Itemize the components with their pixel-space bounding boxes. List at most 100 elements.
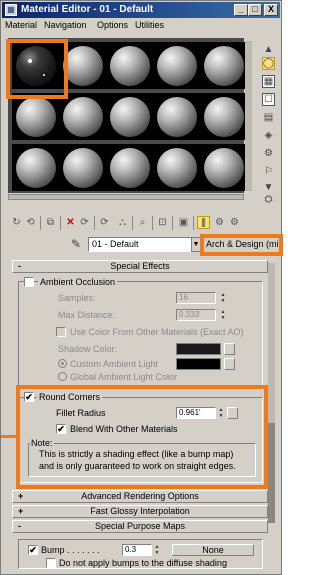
material-sphere — [110, 97, 150, 137]
rollout-scrollbar[interactable] — [268, 263, 275, 523]
slots-scrollbar[interactable] — [8, 194, 244, 200]
title-bar[interactable]: Material Editor - 01 - Default _ □ X — [2, 2, 280, 18]
custom-ambient-radio[interactable] — [58, 359, 67, 368]
sample-slot[interactable] — [200, 93, 247, 140]
sample-slot[interactable] — [106, 93, 153, 140]
sample-slot[interactable] — [200, 144, 247, 191]
backlight-icon[interactable]: ▦ — [262, 75, 275, 88]
sample-slot[interactable] — [153, 42, 200, 89]
sample-slot[interactable] — [153, 93, 200, 140]
callout-line — [1, 435, 16, 438]
assign-material-icon[interactable]: ⧉ — [44, 216, 57, 229]
sample-slot[interactable] — [12, 93, 59, 140]
ambient-light-swatch[interactable] — [176, 358, 221, 370]
toolbar-separator — [193, 216, 194, 230]
put-to-scene-icon[interactable]: ⟲ — [24, 216, 37, 229]
use-color-label: Use Color From Other Materials (Exact AO… — [70, 327, 244, 337]
material-sphere — [110, 148, 150, 188]
bump-checkbox[interactable]: ✔ — [28, 545, 38, 555]
material-toolbar: ↻ ⟲ ⧉ ✕ ⟳ ⟳ ⛬ ⌕ ⊡ ▣ ⫼ ⚙ ⚙ — [10, 215, 280, 233]
toolbar-separator — [94, 216, 95, 230]
go-to-parent-icon[interactable]: ▣ — [177, 216, 190, 229]
shadow-color-label: Shadow Color: — [58, 344, 118, 354]
sample-slot[interactable] — [59, 93, 106, 140]
get-material-icon[interactable]: ↻ — [10, 216, 23, 229]
bump-amount-spinner[interactable]: ▲ ▼ — [153, 544, 161, 556]
right-toolbar: ▲ ◯ ▦ ☐ ▤ ◈ ⚙ ⚐ ▼ ⛭ — [262, 43, 278, 206]
samples-spinner[interactable]: ▲ ▼ — [219, 292, 227, 304]
material-sphere — [16, 148, 56, 188]
bump-map-button[interactable]: None — [172, 544, 254, 556]
show-end-result-icon[interactable]: ⊡ — [156, 216, 169, 229]
max-distance-spinner[interactable]: ▲ ▼ — [219, 309, 227, 321]
max-distance-field[interactable]: 0.333' — [176, 309, 216, 321]
special-effects-header[interactable]: - Special Effects — [12, 260, 268, 273]
material-sphere — [63, 46, 103, 86]
options-gear-icon[interactable]: ⚙ — [228, 216, 241, 229]
video-color-check-icon[interactable]: ◈ — [262, 129, 275, 142]
sample-slot[interactable] — [106, 42, 153, 89]
no-bump-diffuse-label: Do not apply bumps to the diffuse shadin… — [59, 558, 227, 568]
no-bump-diffuse-checkbox[interactable] — [46, 558, 56, 568]
samples-label: Samples: — [58, 293, 96, 303]
menu-bar: Material Navigation Options Utilities — [2, 19, 280, 33]
custom-ambient-label: Custom Ambient Light — [70, 359, 159, 369]
menu-navigation[interactable]: Navigation — [44, 20, 87, 30]
round-corners-highlight — [16, 385, 268, 489]
make-unique-icon[interactable]: ⟳ — [78, 216, 91, 229]
toolbar-separator — [152, 216, 153, 230]
ambient-light-map-button[interactable] — [224, 358, 235, 370]
samples-field[interactable]: 16 — [176, 292, 216, 304]
material-type-highlight — [200, 234, 283, 256]
material-sphere — [110, 46, 150, 86]
fast-glossy-rollout[interactable]: + Fast Glossy Interpolation — [12, 505, 268, 518]
background-icon[interactable]: ☐ — [262, 93, 275, 106]
sample-type-icon[interactable]: ◯ — [262, 57, 275, 70]
use-color-checkbox[interactable] — [56, 327, 66, 337]
material-sphere — [204, 46, 244, 86]
sample-slot[interactable] — [59, 144, 106, 191]
slots-vertical-scrollbar[interactable] — [245, 41, 252, 191]
material-map-navigator-icon[interactable]: ⚙ — [213, 216, 226, 229]
menu-material[interactable]: Material — [5, 20, 37, 30]
selected-slot-highlight — [6, 39, 68, 99]
toolbar-separator — [40, 216, 41, 230]
sample-slot[interactable] — [106, 144, 153, 191]
material-sphere — [63, 148, 103, 188]
material-name-field[interactable]: 01 - Default — [88, 237, 192, 252]
eyedropper-icon[interactable]: ✎ — [71, 237, 81, 251]
sample-slot[interactable] — [200, 42, 247, 89]
material-id-channel-icon[interactable]: ⛬ — [116, 216, 129, 229]
menu-options[interactable]: Options — [97, 20, 128, 30]
scrollbar-thumb[interactable] — [268, 423, 275, 523]
minimize-button[interactable]: _ — [234, 4, 248, 16]
material-sphere — [157, 148, 197, 188]
ambient-occlusion-checkbox[interactable] — [24, 277, 34, 287]
menu-utilities[interactable]: Utilities — [135, 20, 164, 30]
select-by-material-icon[interactable]: ⛭ — [262, 193, 275, 206]
bump-label: Bump . . . . . . . — [41, 545, 100, 555]
maximize-button[interactable]: □ — [248, 4, 262, 16]
go-forward-to-sibling-icon[interactable]: ⫼ — [197, 216, 210, 229]
material-sphere — [16, 97, 56, 137]
window-title: Material Editor - 01 - Default — [21, 4, 154, 15]
sample-slot[interactable] — [153, 144, 200, 191]
show-map-in-viewport-icon[interactable]: ⌕ — [136, 216, 149, 229]
shadow-color-swatch[interactable] — [176, 343, 221, 355]
close-button[interactable]: X — [264, 4, 278, 16]
sample-uv-tiling-icon[interactable]: ▤ — [262, 111, 275, 124]
toolbar-separator — [132, 216, 133, 230]
global-ambient-radio[interactable] — [58, 372, 67, 381]
options-icon[interactable]: ⚐ — [262, 165, 275, 178]
shadow-color-map-button[interactable] — [224, 343, 235, 355]
special-purpose-maps-rollout[interactable]: - Special Purpose Maps — [12, 520, 268, 533]
sample-slot[interactable] — [12, 144, 59, 191]
app-icon[interactable] — [5, 4, 17, 16]
bump-amount-field[interactable]: 0.3 — [122, 544, 152, 556]
reset-map-icon[interactable]: ✕ — [64, 216, 77, 229]
put-to-library-icon[interactable]: ⟳ — [98, 216, 111, 229]
max-distance-label: Max Distance: — [58, 310, 116, 320]
make-preview-icon[interactable]: ⚙ — [262, 147, 275, 160]
advanced-rendering-rollout[interactable]: + Advanced Rendering Options — [12, 490, 268, 503]
arrow-up-icon[interactable]: ▲ — [262, 43, 275, 56]
